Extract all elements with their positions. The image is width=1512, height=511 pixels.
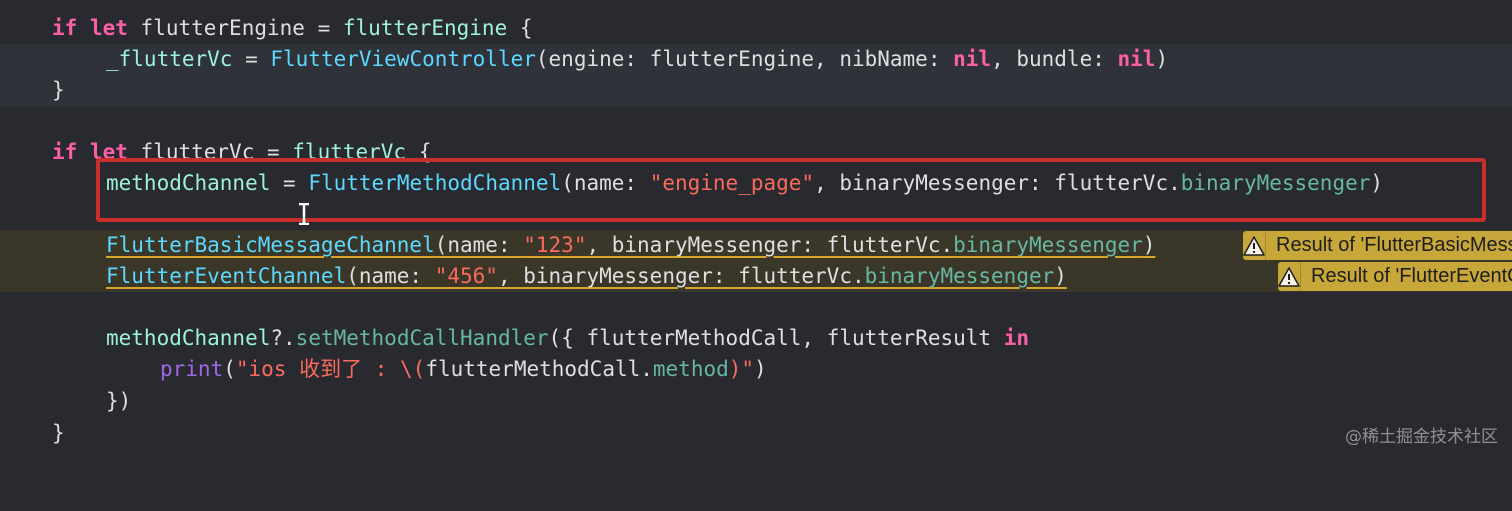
keyword-nil: nil	[1117, 47, 1156, 71]
keyword-if: if	[52, 140, 78, 164]
string-literal: "456"	[434, 264, 498, 288]
code-line-3[interactable]: }	[0, 75, 1512, 106]
property: binaryMessenger	[864, 264, 1055, 288]
code-line-11[interactable]: methodChannel?.setMethodCallHandler({ fl…	[0, 323, 1512, 354]
code-line-14[interactable]: }	[0, 418, 1512, 449]
keyword-if: if	[52, 16, 78, 40]
warning-triangle-icon	[1243, 231, 1266, 260]
keyword-nil: nil	[953, 47, 992, 71]
arguments: , bundle:	[991, 47, 1118, 71]
type-name: FlutterBasicMessageChannel	[106, 233, 435, 257]
variable: _flutterVc	[106, 47, 233, 71]
keyword-let: let	[89, 16, 128, 40]
string-literal: )"	[728, 357, 755, 381]
arguments: (engine: flutterEngine, nibName:	[535, 47, 954, 71]
binding-value: flutterEngine	[342, 16, 508, 40]
arguments: , binaryMessenger: flutterVc.	[497, 264, 865, 288]
method-name: setMethodCallHandler	[295, 326, 549, 350]
paren: )	[1054, 264, 1067, 288]
closure-params: ({ flutterMethodCall, flutterResult	[548, 326, 1004, 350]
closing-brace: }	[52, 78, 65, 102]
variable: methodChannel	[106, 326, 271, 350]
code-line-1[interactable]: if let flutterEngine = flutterEngine {	[0, 13, 1512, 44]
operator: =	[304, 16, 343, 40]
interpolation: flutterMethodCall.	[425, 357, 653, 381]
code-editor[interactable]: if let flutterEngine = flutterEngine { _…	[0, 0, 1512, 461]
type-name: FlutterViewController	[270, 47, 536, 71]
property: method	[652, 357, 729, 381]
code-line-13[interactable]: })	[0, 386, 1512, 417]
warning-message: Result of 'FlutterEventChannel'	[1311, 265, 1512, 287]
binding-name: flutterEngine	[140, 16, 305, 40]
arguments: (name:	[434, 233, 524, 257]
function-name: print	[160, 357, 224, 381]
warning-badge-basic-channel[interactable]: Result of 'FlutterBasicMessageChannel'	[1243, 231, 1512, 260]
property: binaryMessenger	[953, 233, 1143, 257]
code-line-12[interactable]: print("ios 收到了 : \(flutterMethodCall.met…	[0, 354, 1512, 385]
text-cursor-icon	[296, 202, 312, 226]
closure-close: })	[106, 389, 132, 413]
operator: =	[232, 47, 271, 71]
code-line-2[interactable]: _flutterVc = FlutterViewController(engin…	[0, 44, 1512, 75]
warning-triangle-icon	[1278, 262, 1301, 291]
brace: {	[507, 16, 533, 40]
paren: (	[223, 357, 236, 381]
string-literal: "123"	[523, 233, 587, 257]
paren: )	[1142, 233, 1156, 257]
arguments: (name:	[346, 264, 435, 288]
paren: )	[1155, 47, 1169, 71]
watermark: @稀土掘金技术社区	[1345, 427, 1498, 447]
closing-brace: }	[52, 421, 65, 445]
string-literal: "ios 收到了 : \(	[235, 357, 426, 381]
paren: )	[754, 357, 767, 381]
type-name: FlutterEventChannel	[106, 264, 347, 288]
keyword-in: in	[1003, 326, 1029, 350]
warning-badge-event-channel[interactable]: Result of 'FlutterEventChannel'	[1278, 262, 1512, 291]
optional-chain: ?.	[270, 326, 296, 350]
arguments: , binaryMessenger: flutterVc.	[586, 233, 954, 257]
warning-message: Result of 'FlutterBasicMessageChannel'	[1276, 234, 1512, 256]
